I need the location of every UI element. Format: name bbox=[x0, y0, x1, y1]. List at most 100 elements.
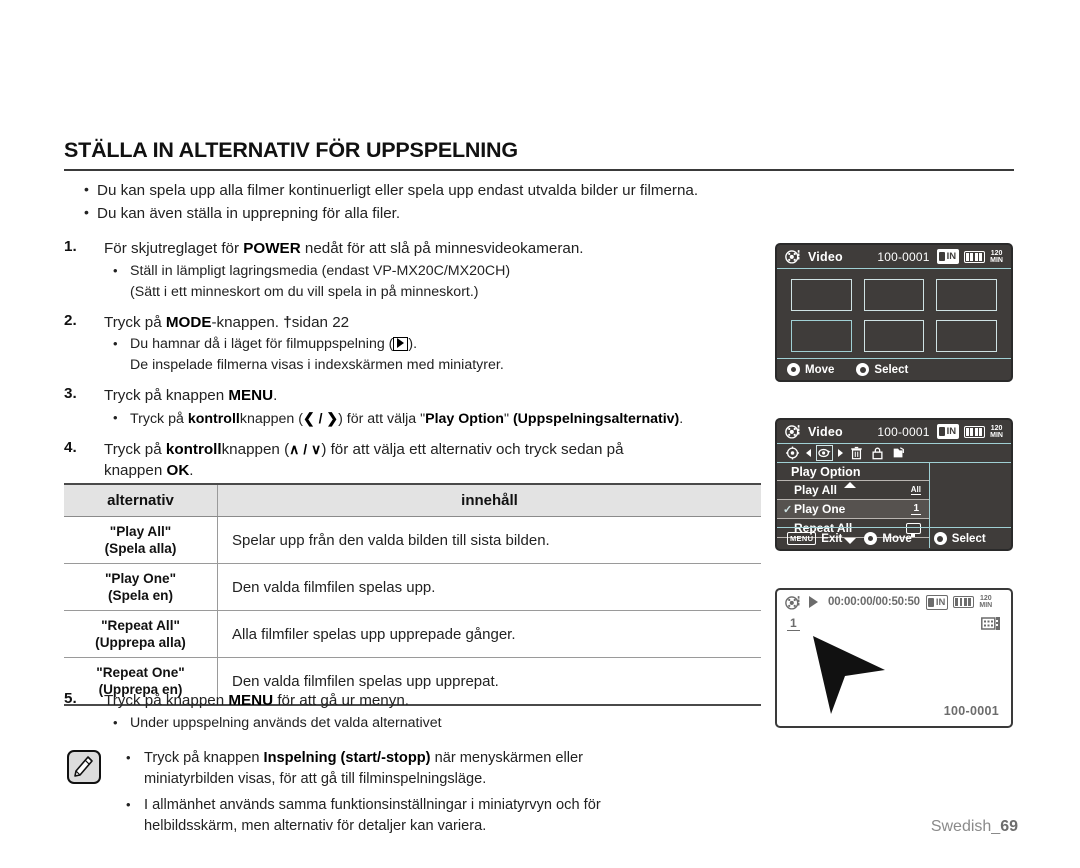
step2-sub-bullet-cont: De inspelade filmerna visas i indexskärm… bbox=[130, 357, 504, 373]
table-cell-content: Alla filmfiler spelas upp upprepade gång… bbox=[217, 610, 761, 658]
note-b1-a: Tryck på knappen bbox=[144, 750, 264, 766]
thumbnail-cell[interactable] bbox=[936, 320, 997, 352]
step1-text-b: nedåt för att slå på minnesvideokameran. bbox=[300, 240, 584, 257]
option-name-en: "Play All" bbox=[109, 524, 172, 539]
table-cell-content: Spelar upp från den valda bilden till si… bbox=[217, 516, 761, 564]
storage-badge-text: IN bbox=[946, 426, 957, 437]
step1-sub-bullet: Ställ in lämpligt lagringsmedia (endast … bbox=[104, 260, 764, 282]
note-block: Tryck på knappen Inspelning (start/-stop… bbox=[64, 747, 764, 842]
table-row: "Play One" (Spela en) Den valda filmfile… bbox=[64, 563, 761, 611]
note-b2-cont: helbildsskärm, men alternativ för detalj… bbox=[144, 818, 487, 834]
minutes-value: 120 bbox=[979, 595, 992, 602]
hint-move-label: Move bbox=[882, 532, 912, 545]
footer-language: Swedish_ bbox=[930, 818, 1001, 835]
step-number: 2. bbox=[64, 311, 77, 329]
play-one-indicator: 1 bbox=[787, 616, 800, 631]
hint-exit-label: Exit bbox=[821, 532, 843, 545]
option-name-sv: (Spela en) bbox=[108, 588, 173, 603]
video-mode-icon bbox=[785, 595, 800, 610]
menu-item-play-one[interactable]: ✓ Play One 1 bbox=[777, 500, 929, 519]
thumbnail-cell-selected[interactable] bbox=[791, 320, 852, 352]
playback-file-number: 100-0001 bbox=[943, 704, 999, 718]
footer-page-number: 69 bbox=[1000, 818, 1018, 835]
delete-trash-icon[interactable] bbox=[849, 446, 864, 460]
menu-item-label: Play One bbox=[794, 502, 846, 516]
lcd-file-number: 100-0001 bbox=[877, 424, 930, 439]
step-4: 4. Tryck på kontrollknappen (∧ / ∨) för … bbox=[64, 439, 764, 482]
hint-exit: MENU Exit bbox=[787, 532, 842, 545]
hint-move: Move bbox=[864, 532, 912, 545]
protect-lock-icon[interactable] bbox=[870, 446, 885, 460]
table-cell-option: "Repeat All" (Upprepa alla) bbox=[64, 610, 218, 658]
step2-text-b: -knappen. bbox=[211, 313, 284, 331]
menu-label: MENU bbox=[228, 692, 274, 709]
step-number: 1. bbox=[64, 238, 77, 255]
minutes-value: 120 bbox=[990, 424, 1003, 432]
play-option-tab-icon[interactable] bbox=[816, 445, 833, 461]
thumbnail-cell[interactable] bbox=[936, 279, 997, 311]
step3-sub-d: " bbox=[503, 410, 513, 427]
thumbnail-cell[interactable] bbox=[863, 279, 925, 311]
power-label: POWER bbox=[243, 240, 301, 257]
copy-files-icon[interactable] bbox=[891, 446, 906, 460]
step-5: 5. Tryck på knappen MENU för att gå ur m… bbox=[64, 690, 764, 734]
table-cell-option: "Play One" (Spela en) bbox=[64, 563, 218, 611]
lcd-screen-play-option-menu: Video 100-0001 IN 120 MIN Play Option Pl… bbox=[775, 418, 1013, 551]
hint-select-label: Select bbox=[874, 363, 909, 376]
scroll-up-arrow-icon[interactable] bbox=[844, 482, 856, 488]
step-2: 2. Tryck på MODE-knappen. †sidan 22 Du h… bbox=[64, 312, 764, 377]
step4-cont-a: knappen bbox=[104, 462, 167, 479]
hint-select-label: Select bbox=[951, 532, 986, 545]
kontroll-label: kontroll bbox=[187, 410, 240, 427]
intro-bullet: Du kan spela upp alla filmer kontinuerli… bbox=[64, 179, 764, 201]
hint-move: Move bbox=[787, 363, 834, 376]
page-footer: Swedish_69 bbox=[931, 818, 1018, 836]
step1-sub-bullet-cont: (Sätt i ett minneskort om du vill spela … bbox=[130, 283, 479, 300]
menu-heading: Play Option bbox=[777, 463, 929, 481]
page-ref-icon: † bbox=[283, 313, 292, 331]
instructions-column: Du kan spela upp alla filmer kontinuerli… bbox=[64, 179, 764, 491]
playback-second-row: 1 bbox=[777, 614, 1011, 631]
step3-sub-e: . bbox=[679, 410, 684, 427]
step2-sub-b: ). bbox=[408, 336, 418, 352]
step4-cont-b: . bbox=[189, 462, 194, 479]
thumbnail-grid bbox=[777, 269, 1011, 358]
tab-right-arrow-icon[interactable] bbox=[838, 449, 843, 457]
option-name-en: "Play One" bbox=[104, 571, 177, 586]
battery-icon bbox=[964, 250, 986, 263]
lcd-status-bar: Video 100-0001 IN 120 MIN bbox=[777, 420, 1011, 444]
step2-sub-a: Du hamnar då i läget för filmuppspelning… bbox=[130, 336, 394, 352]
note-body: Tryck på knappen Inspelning (start/-stop… bbox=[64, 747, 764, 837]
option-name-sv: (Upprepa alla) bbox=[95, 635, 186, 650]
storage-badge-text: IN bbox=[935, 596, 946, 608]
settings-gear-icon[interactable] bbox=[785, 446, 800, 460]
video-mode-icon bbox=[785, 425, 800, 439]
step4-text-c: ) för att välja ett alternativ och tryck… bbox=[321, 440, 624, 458]
step-number: 3. bbox=[64, 385, 77, 402]
play-status-icon bbox=[809, 596, 818, 608]
ok-button-icon bbox=[856, 363, 870, 376]
step4-text-a: Tryck på bbox=[104, 440, 166, 458]
dpad-icon bbox=[787, 363, 800, 376]
minutes-unit: MIN bbox=[990, 256, 1003, 264]
step4-cont: knappen OK. bbox=[104, 460, 764, 482]
left-right-arrows-icon: ❮ / ❯ bbox=[302, 409, 339, 426]
lcd-hint-bar: MENU Exit Move Select bbox=[777, 527, 1011, 549]
play-mode-icon bbox=[393, 337, 409, 351]
tab-left-arrow-icon[interactable] bbox=[806, 449, 811, 457]
remaining-minutes: 120 MIN bbox=[990, 250, 1003, 264]
storage-in-icon: IN bbox=[925, 594, 949, 610]
table-cell-option: "Play All" (Spela alla) bbox=[64, 516, 218, 564]
step4-text-b: knappen ( bbox=[221, 440, 290, 458]
table-header-option: alternativ bbox=[64, 483, 218, 517]
step3-text-b: . bbox=[273, 387, 278, 404]
thumbnail-cell[interactable] bbox=[791, 279, 852, 311]
hint-move-label: Move bbox=[805, 363, 835, 376]
step2-sub-bullet: Du hamnar då i läget för filmuppspelning… bbox=[104, 333, 764, 355]
video-mode-icon bbox=[785, 250, 800, 264]
step-5-wrapper: 5. Tryck på knappen MENU för att gå ur m… bbox=[64, 690, 764, 743]
recording-button-label: Inspelning (start/-stopp) bbox=[263, 750, 431, 766]
note-bullet-2: I allmänhet används samma funktionsinstä… bbox=[116, 794, 764, 837]
storage-badge-text: IN bbox=[946, 251, 957, 262]
thumbnail-cell[interactable] bbox=[863, 320, 925, 352]
